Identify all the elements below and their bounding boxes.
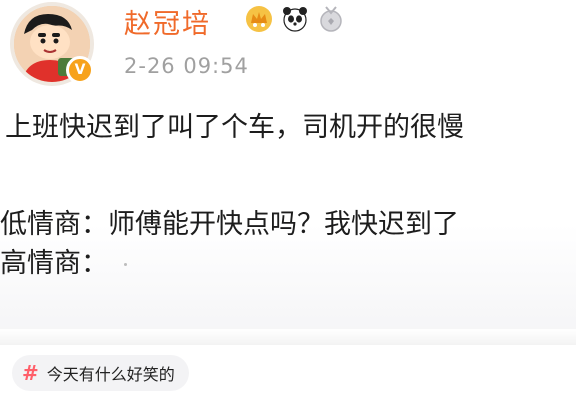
content-line-2: 低情商：师傅能开快点吗？我快迟到了 [0,209,459,240]
hashtag-icon: # [22,361,39,385]
post-content: 上班快迟到了叫了个车，司机开的很慢 低情商：师傅能开快点吗？我快迟到了 高情商： [0,108,576,283]
topic-section: # 今天有什么好笑的 [0,345,576,416]
crown-badge-icon[interactable] [244,4,274,34]
content-line-3: 高情商： [0,244,576,283]
panda-badge-icon[interactable] [280,4,310,34]
weibo-post-card: V 赵冠培 2-26 09:54 上班快迟到了叫了个车，司机开的很慢 低情商：师… [0,0,576,345]
content-line-3-text: 高情商： [0,248,108,279]
user-badges [244,4,346,34]
post-timestamp: 2-26 09:54 [124,54,249,78]
faint-dot [124,263,127,266]
card-bottom-fade [0,329,576,345]
verified-badge-icon: V [66,56,94,84]
username[interactable]: 赵冠培 [124,2,211,41]
topic-chip[interactable]: # 今天有什么好笑的 [12,355,189,391]
medal-badge-icon[interactable] [316,4,346,34]
topic-label: 今天有什么好笑的 [46,365,175,384]
content-line-1: 上班快迟到了叫了个车，司机开的很慢 [5,112,464,143]
